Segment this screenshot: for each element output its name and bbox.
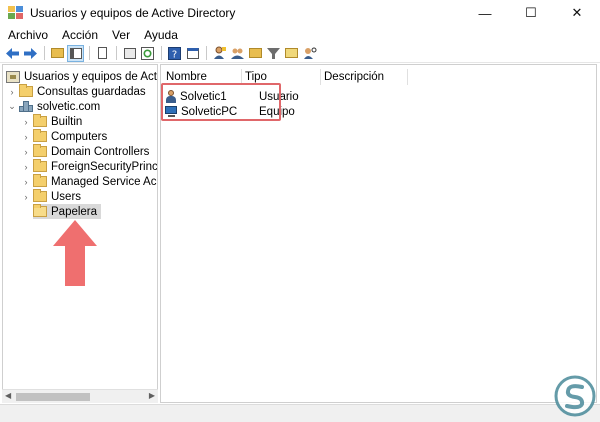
refresh-icon[interactable] <box>139 45 156 62</box>
tree-item-computers[interactable]: › Computers <box>21 129 107 144</box>
forward-arrow-icon[interactable] <box>22 45 39 62</box>
folder-icon <box>33 114 47 127</box>
menu-accion[interactable]: Acción <box>62 28 98 42</box>
create-group-icon[interactable] <box>229 45 246 62</box>
scrollbar-thumb[interactable] <box>16 393 90 401</box>
tree-item-domain-controllers[interactable]: › Domain Controllers <box>21 144 149 159</box>
watermark-logo-icon <box>554 375 596 417</box>
toolbar-separator <box>116 46 117 60</box>
ou-folder-icon <box>33 204 47 217</box>
menu-ayuda[interactable]: Ayuda <box>144 28 178 42</box>
menu-archivo[interactable]: Archivo <box>8 28 48 42</box>
tree-item-builtin[interactable]: › Builtin <box>21 114 82 129</box>
chevron-right-icon[interactable]: › <box>21 162 31 172</box>
active-directory-app-icon <box>8 6 24 20</box>
status-bar <box>0 404 600 422</box>
folder-icon <box>33 129 47 142</box>
active-directory-icon <box>6 70 20 83</box>
tree-item-label: Papelera <box>51 205 98 218</box>
tree-root[interactable]: Usuarios y equipos de Active Dir <box>6 69 157 84</box>
folder-icon <box>33 144 47 157</box>
create-user-icon[interactable] <box>211 45 228 62</box>
chevron-right-icon[interactable]: › <box>21 177 31 187</box>
toolbar-separator <box>89 46 90 60</box>
column-separator[interactable] <box>320 69 321 85</box>
add-to-group-icon[interactable] <box>283 45 300 62</box>
tree-item-managed-service-accounts[interactable]: › Managed Service Accour <box>21 174 157 189</box>
tree-item-consultas-guardadas[interactable]: › Consultas guardadas <box>7 84 146 99</box>
folder-icon <box>33 159 47 172</box>
maximize-button[interactable]: ☐ <box>508 0 554 26</box>
tree-item-domain[interactable]: ⌄ solvetic.com <box>7 99 100 114</box>
title-bar: Usuarios y equipos de Active Directory —… <box>0 0 600 26</box>
close-button[interactable]: ✕ <box>554 0 600 26</box>
show-tree-icon[interactable] <box>67 44 84 62</box>
toolbar: ? <box>0 44 600 63</box>
folder-icon <box>33 174 47 187</box>
tree-root-label: Usuarios y equipos de Active Dir <box>24 70 157 83</box>
tree-item-label: solvetic.com <box>37 100 101 113</box>
up-folder-icon[interactable] <box>49 45 66 62</box>
domain-icon <box>19 100 33 113</box>
minimize-button[interactable]: — <box>462 0 508 26</box>
tree-item-label: Builtin <box>51 115 83 128</box>
folder-icon <box>33 189 47 202</box>
tree-item-users[interactable]: › Users <box>21 189 81 204</box>
back-arrow-icon[interactable] <box>4 45 21 62</box>
menu-ver[interactable]: Ver <box>112 28 130 42</box>
chevron-right-icon[interactable]: › <box>21 132 31 142</box>
tree-item-foreign-security-principals[interactable]: › ForeignSecurityPrincipals <box>21 159 158 174</box>
tree-item-label: ForeignSecurityPrincipals <box>51 160 158 173</box>
filter-icon[interactable] <box>265 45 282 62</box>
chevron-down-icon[interactable]: ⌄ <box>7 101 17 112</box>
tree-item-label: Users <box>51 190 82 203</box>
highlight-box-annotation <box>161 83 281 121</box>
scroll-left-icon[interactable]: ◀ <box>5 391 11 400</box>
menu-bar: Archivo Acción Ver Ayuda <box>0 26 600 44</box>
up-arrow-annotation-icon <box>53 220 97 286</box>
chevron-right-icon[interactable]: › <box>21 147 31 157</box>
tree-item-label: Consultas guardadas <box>37 85 146 98</box>
tree-item-label: Domain Controllers <box>51 145 150 158</box>
chevron-right-icon[interactable]: › <box>7 87 17 97</box>
properties-icon[interactable] <box>94 45 111 62</box>
console-icon[interactable] <box>184 45 201 62</box>
toolbar-separator <box>206 46 207 60</box>
find-icon[interactable] <box>301 45 318 62</box>
chevron-right-icon[interactable]: › <box>21 192 31 202</box>
column-separator[interactable] <box>407 69 408 85</box>
create-ou-icon[interactable] <box>247 45 264 62</box>
scroll-right-icon[interactable]: ▶ <box>149 391 155 400</box>
svg-text:?: ? <box>172 49 177 60</box>
tree-item-label: Managed Service Accour <box>51 175 157 188</box>
tree-horizontal-scrollbar[interactable]: ◀ ▶ <box>2 389 158 403</box>
chevron-right-icon[interactable]: › <box>21 117 31 127</box>
export-list-icon[interactable] <box>121 45 138 62</box>
column-header-descripcion[interactable]: Descripción <box>324 69 384 85</box>
tree-item-papelera[interactable]: Papelera <box>33 204 102 219</box>
toolbar-separator <box>44 46 45 60</box>
window-title: Usuarios y equipos de Active Directory <box>30 6 236 20</box>
folder-icon <box>19 84 33 97</box>
help-icon[interactable]: ? <box>166 45 183 62</box>
toolbar-separator <box>161 46 162 60</box>
tree-item-label: Computers <box>51 130 108 143</box>
